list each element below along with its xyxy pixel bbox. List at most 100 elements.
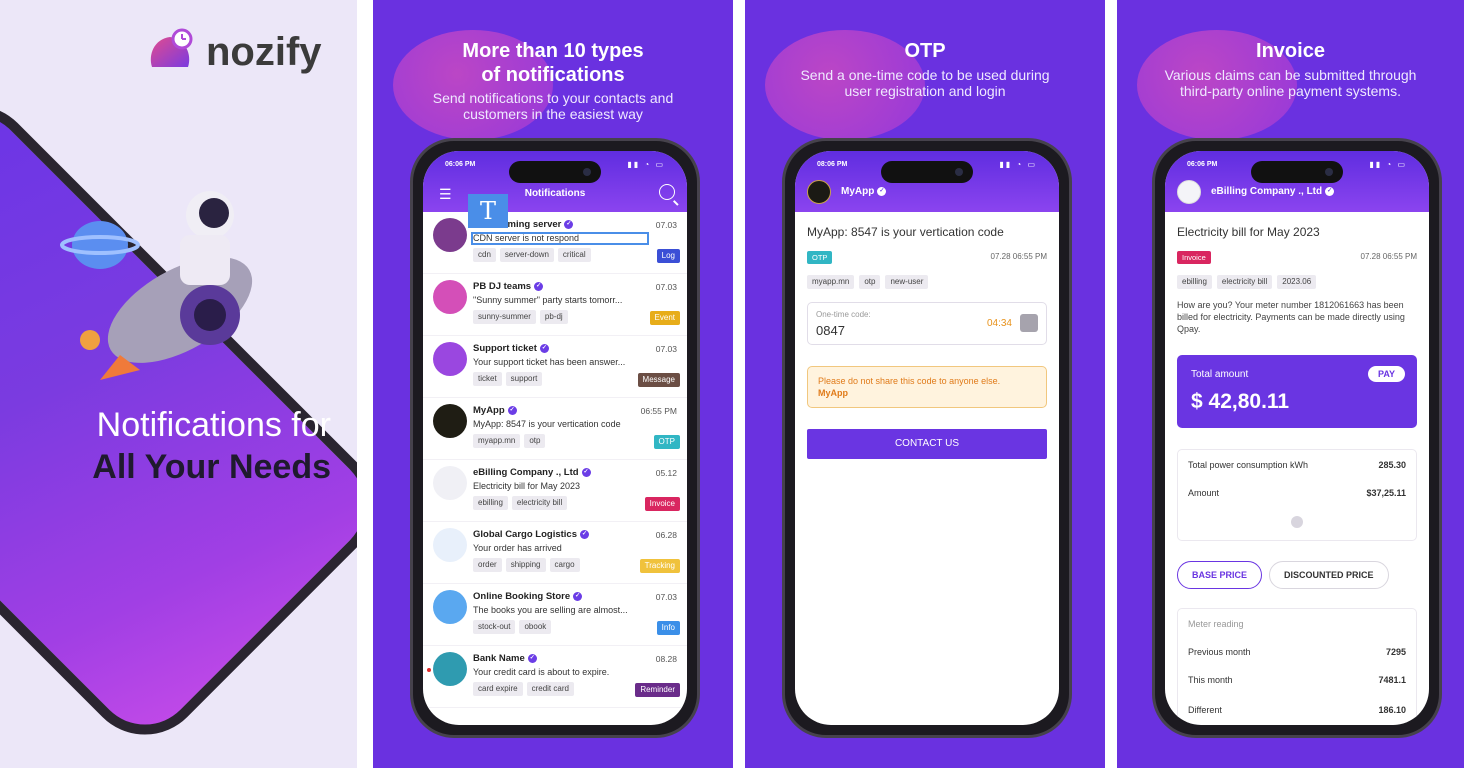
expand-icon[interactable] <box>1291 516 1303 528</box>
brand-logo: nozify <box>142 27 322 77</box>
invoice-panel: Invoice Various claims can be submitted … <box>1117 0 1464 768</box>
notification-tags: sunny-summer pb-dj <box>473 310 568 324</box>
notifications-panel: More than 10 types of notifications Send… <box>373 0 733 768</box>
otp-code: 0847 <box>816 323 845 338</box>
otp-panel: OTP Send a one-time code to be used duri… <box>745 0 1105 768</box>
notification-item[interactable]: Bank Name ✓ 08.28 Your credit card is about… <box>423 646 687 708</box>
tag: obook <box>519 620 552 634</box>
notification-tags: myapp.mn otp <box>473 434 546 448</box>
text-tool-icon[interactable]: T <box>468 194 508 228</box>
company-avatar <box>1177 180 1201 204</box>
notification-tags: ticket support <box>473 372 543 386</box>
invoice-tags: ebilling electricity bill 2023.06 <box>1177 275 1317 289</box>
category-badge: Message <box>637 373 680 387</box>
contact-us-button[interactable]: CONTACT US <box>807 429 1047 459</box>
sender-avatar <box>433 652 467 686</box>
tag: otp <box>524 434 546 448</box>
category-badge: Event <box>649 311 680 325</box>
notification-item[interactable]: Support ticket ✓ 07.03 Your support ticket … <box>423 336 687 398</box>
verified-icon: ✓ <box>534 281 544 291</box>
tag: cargo <box>549 558 580 572</box>
invoice-title: Electricity bill for May 2023 <box>1177 225 1320 239</box>
category-badge: Info <box>656 621 680 635</box>
astronaut-rocket-illustration <box>60 191 253 380</box>
notification-item[interactable]: PB DJ teams ✓ 07.03 "Sunny summer" party st… <box>423 274 687 336</box>
phone-screen: 06:06 PM ▮▮ ◔ ▭ ☰ Notifications ESA Gami… <box>423 151 687 725</box>
tag: electricity bill <box>511 496 568 510</box>
verified-icon: ✓ <box>877 186 887 196</box>
notification-tags: cdn server-down critical <box>473 248 591 262</box>
copy-icon[interactable] <box>1020 314 1038 332</box>
verified-icon: ✓ <box>580 529 589 539</box>
total-label: Total amount <box>1191 369 1249 380</box>
sender-avatar <box>433 528 467 562</box>
otp-date: 07.28 06:55 PM <box>990 252 1047 261</box>
sender-name: eBilling Company ., Ltd ✓ <box>473 467 591 478</box>
panel-subtitle-1: Various claims can be submitted through <box>1164 67 1417 83</box>
notification-item[interactable]: Online Booking Store ✓ 07.03 The books you … <box>423 584 687 646</box>
text-selection-box <box>471 232 649 245</box>
notification-list: ESA Gaming server ✓ 07.03 CDN server is not… <box>423 212 687 708</box>
search-icon[interactable] <box>659 184 675 200</box>
tag: new-user <box>885 275 929 289</box>
unread-dot <box>427 668 431 672</box>
price-tabs: BASE PRICE DISCOUNTED PRICE <box>1177 561 1389 589</box>
verified-icon: ✓ <box>507 405 517 415</box>
category-badge: Tracking <box>639 559 680 573</box>
summary-row: Total power consumption kWh 285.30 <box>1188 460 1406 470</box>
sender-avatar <box>433 218 467 252</box>
phone-screen: 08:06 PM ▮▮ ◔ ▭ MyApp ✓ MyApp: 8547 is yo… <box>795 151 1059 725</box>
tag: cdn <box>473 248 496 262</box>
notification-body: Your credit card is about to expire. <box>473 667 610 677</box>
notification-date: 06.28 <box>655 530 677 540</box>
panel-subtitle-1: Send notifications to your contacts and <box>432 90 674 106</box>
tag: critical <box>557 248 591 262</box>
tag: order <box>473 558 502 572</box>
panel-title: Invoice <box>1256 40 1325 62</box>
phone-invoice: 06:06 PM ▮▮ ◔ ▭ eBilling Company ., Ltd ✓… <box>1152 138 1442 738</box>
sender-avatar <box>433 280 467 314</box>
summary-row: Amount $37,25.11 <box>1188 488 1406 498</box>
verified-icon: ✓ <box>564 219 574 229</box>
sender-name: PB DJ teams ✓ <box>473 281 544 292</box>
notification-date: 07.03 <box>655 344 677 354</box>
invoice-date: 07.28 06:55 PM <box>1360 252 1417 261</box>
notification-item[interactable]: eBilling Company ., Ltd ✓ 05.12 Electricity… <box>423 460 687 522</box>
notification-item[interactable]: Global Cargo Logistics ✓ 06.28 Your order h… <box>423 522 687 584</box>
pay-button[interactable]: PAY <box>1367 366 1405 382</box>
notification-body: "Sunny summer" party starts tomorr... <box>473 295 623 305</box>
notification-body: Your support ticket has been answer... <box>473 357 626 367</box>
otp-badge: OTP <box>807 251 833 264</box>
category-badge: Invoice <box>644 497 680 511</box>
tag: stock-out <box>473 620 516 634</box>
meter-label: Meter reading <box>1188 619 1244 629</box>
warning-sender: MyApp <box>818 388 848 398</box>
warning-text: Please do not share this code to anyone … <box>818 376 1001 386</box>
app-bar-title: Notifications <box>524 188 586 199</box>
total-amount: $ 42,80.11 <box>1191 390 1290 413</box>
status-time: 06:06 PM <box>1187 161 1218 168</box>
otp-timer: 04:34 <box>986 318 1012 329</box>
meter-row: Previous month 7295 <box>1188 647 1406 657</box>
notification-body: The books you are selling are almost... <box>473 605 628 615</box>
category-badge: Reminder <box>635 683 680 697</box>
otp-tags: myapp.mn otp new-user <box>807 275 929 289</box>
sender-avatar <box>433 590 467 624</box>
sender-avatar <box>433 466 467 500</box>
notification-item[interactable]: MyApp ✓ 06:55 PM MyApp: 8547 is your vertic… <box>423 398 687 460</box>
category-badge: OTP <box>653 435 680 449</box>
tab-discounted-price[interactable]: DISCOUNTED PRICE <box>1269 561 1389 589</box>
total-amount-card: Total amount $ 42,80.11 PAY <box>1177 355 1417 428</box>
tab-base-price[interactable]: BASE PRICE <box>1177 561 1263 589</box>
notification-body: MyApp: 8547 is your vertication code <box>473 419 621 429</box>
tag: myapp.mn <box>807 275 855 289</box>
hero-line-2: All Your Needs <box>92 448 331 486</box>
tag: ticket <box>473 372 502 386</box>
hero-panel: nozify Notifications for All Your Needs <box>0 0 357 768</box>
invoice-badge: Invoice <box>1177 251 1211 264</box>
status-icons: ▮▮ ◔ ▭ <box>627 160 665 169</box>
tag: support <box>505 372 543 386</box>
bell-logo-icon <box>150 28 193 67</box>
panel-subtitle-2: user registration and login <box>844 83 1006 99</box>
app-avatar <box>807 180 831 204</box>
